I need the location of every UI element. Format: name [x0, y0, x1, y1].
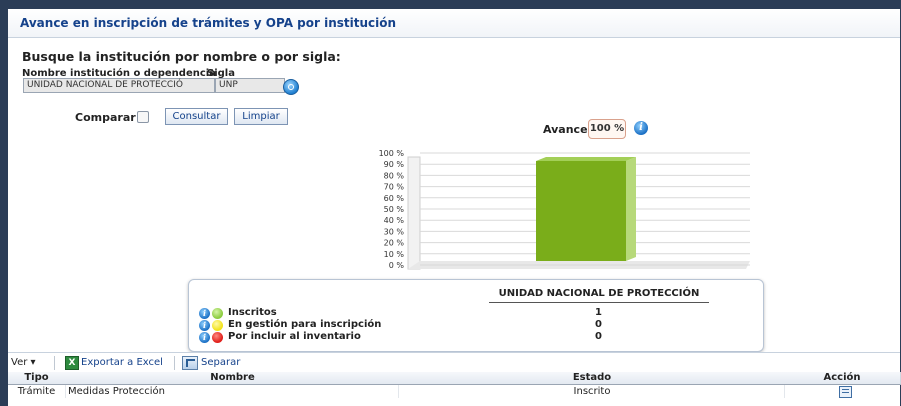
- column-header-tipo[interactable]: Tipo: [8, 372, 66, 385]
- bar-top-face: [536, 157, 636, 161]
- y-tick-label: 70 %: [384, 183, 405, 192]
- limpiar-button[interactable]: Limpiar: [234, 108, 288, 125]
- legend-column-header: UNIDAD NACIONAL DE PROTECCIÓN: [498, 288, 700, 299]
- status-dot-red: [212, 332, 223, 343]
- column-header-estado[interactable]: Estado: [400, 372, 785, 385]
- y-tick-label: 30 %: [384, 227, 405, 236]
- info-icon[interactable]: i: [199, 320, 210, 331]
- view-menu[interactable]: Ver ▾: [11, 357, 36, 368]
- bar-side-face: [626, 157, 636, 261]
- legend-label: Por incluir al inventario: [228, 331, 361, 342]
- separar-button[interactable]: Separar: [201, 357, 240, 368]
- legend-label: En gestión para inscripción: [228, 319, 382, 330]
- sigla-input[interactable]: UNP: [215, 78, 285, 93]
- main-panel: Avance en inscripción de trámites y OPA …: [8, 9, 901, 406]
- legend-divider: [489, 302, 709, 303]
- chart-back-wall: [407, 156, 421, 270]
- consultar-button[interactable]: Consultar: [165, 108, 228, 125]
- legend-row-por-incluir: i Por incluir al inventario 0: [199, 331, 759, 344]
- legend-panel: UNIDAD NACIONAL DE PROTECCIÓN i Inscrito…: [188, 279, 764, 352]
- institution-name-input[interactable]: UNIDAD NACIONAL DE PROTECCIÓ: [23, 78, 215, 93]
- export-excel-button[interactable]: Exportar a Excel: [81, 357, 163, 368]
- avance-value: 100 %: [588, 119, 626, 139]
- y-tick-label: 40 %: [384, 216, 405, 225]
- info-icon[interactable]: i: [199, 332, 210, 343]
- table-icon[interactable]: [839, 386, 852, 398]
- toolbar-divider: [174, 356, 175, 370]
- info-icon[interactable]: i: [634, 121, 648, 135]
- progress-bar-chart: 100 % 90 % 80 % 70 % 60 % 50 % 40 % 30 % 20 % 10 …: [379, 149, 750, 270]
- status-dot-yellow: [212, 320, 223, 331]
- legend-label: Inscritos: [228, 307, 277, 318]
- cell-nombre: Medidas Protección: [68, 385, 399, 398]
- legend-value: 1: [595, 307, 602, 318]
- column-header-accion[interactable]: Acción: [784, 372, 901, 385]
- bar-unidad-nacional-de-proteccion: [536, 161, 626, 261]
- compare-label: Comparar: [75, 111, 136, 124]
- detach-icon[interactable]: [182, 356, 198, 370]
- toolbar-divider: [54, 356, 55, 370]
- excel-icon[interactable]: X: [65, 356, 79, 370]
- y-tick-label: 60 %: [384, 194, 405, 203]
- status-dot-green: [212, 308, 223, 319]
- column-header-nombre[interactable]: Nombre: [65, 372, 401, 385]
- panel-header: Avance en inscripción de trámites y OPA …: [8, 9, 900, 38]
- legend-value: 0: [595, 331, 602, 342]
- y-tick-label: 50 %: [384, 205, 405, 214]
- legend-value: 0: [595, 319, 602, 330]
- y-tick-label: 20 %: [384, 239, 405, 248]
- panel-title: Avance en inscripción de trámites y OPA …: [20, 16, 397, 30]
- table-toolbar: Ver ▾ X Exportar a Excel Separar: [8, 352, 900, 373]
- y-tick-label: 100 %: [379, 149, 405, 158]
- y-tick-label: 10 %: [384, 250, 405, 259]
- y-tick-label: 90 %: [384, 160, 405, 169]
- cell-estado: Inscrito: [400, 385, 785, 398]
- search-icon[interactable]: [283, 79, 299, 95]
- y-tick-label: 80 %: [384, 171, 405, 180]
- info-icon[interactable]: i: [199, 308, 210, 319]
- compare-checkbox[interactable]: [137, 111, 149, 123]
- cell-tipo: Trámite: [8, 385, 66, 398]
- search-heading: Busque la institución por nombre o por s…: [22, 49, 341, 64]
- y-tick-label: 0 %: [389, 261, 405, 270]
